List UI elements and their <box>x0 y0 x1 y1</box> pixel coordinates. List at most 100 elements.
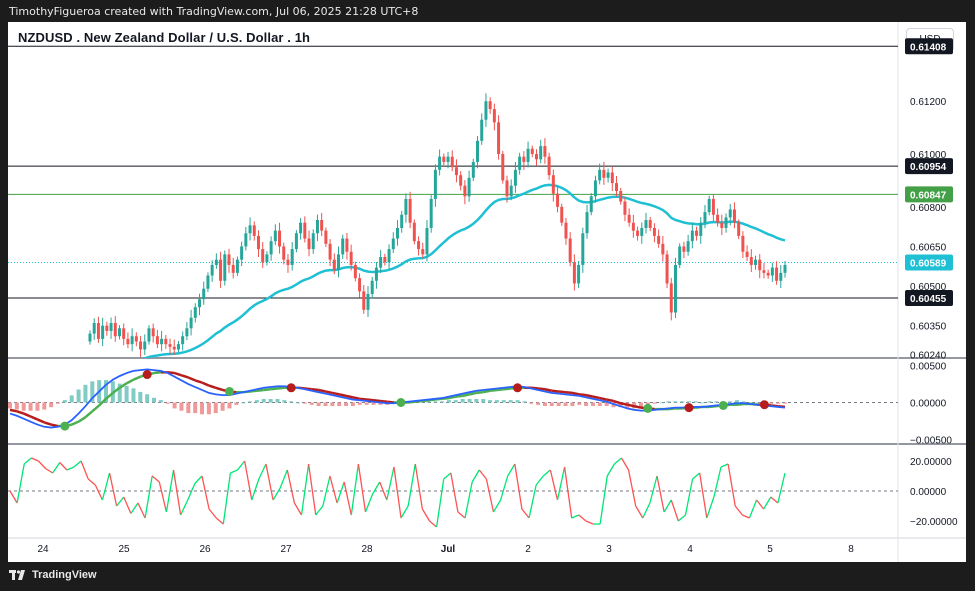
candle-body <box>454 167 458 176</box>
macd-histogram-bar <box>728 401 733 403</box>
candle-body <box>758 259 762 271</box>
macd-cross-marker <box>396 398 406 407</box>
macd-signal-segment <box>496 388 504 392</box>
macd-histogram-bar <box>522 401 527 403</box>
brand-label: TradingView <box>32 569 97 581</box>
oscillator-segment <box>73 460 82 468</box>
candle-body <box>155 336 159 345</box>
macd-histogram-bar <box>56 402 61 404</box>
macd-histogram-bar <box>673 401 678 403</box>
macd-signal-segment <box>572 391 580 396</box>
macd-histogram-bar <box>783 402 787 404</box>
candle-body <box>463 185 467 197</box>
candle-body <box>235 259 239 273</box>
oscillator-segment <box>585 520 594 525</box>
oscillator-segment <box>699 472 708 519</box>
candle-body <box>261 249 265 263</box>
candle-body <box>134 336 138 342</box>
candle-body <box>442 156 446 162</box>
macd-histogram-bar <box>179 402 184 411</box>
candle-body <box>176 344 180 350</box>
candle-body <box>539 146 543 160</box>
oscillator-segment <box>542 469 551 477</box>
candle-body <box>572 262 576 284</box>
chart-svg[interactable]: 0.612000.610000.608000.606500.605000.603… <box>0 0 975 591</box>
candle-body <box>770 267 774 276</box>
price-level-tag-label: 0.60455 <box>910 294 947 305</box>
macd-histogram-bar <box>158 400 163 403</box>
macd-histogram-bar <box>597 402 602 407</box>
macd-signal-segment <box>325 390 333 395</box>
candle-body <box>265 254 269 263</box>
oscillator-segment <box>656 475 665 513</box>
candle-body <box>556 193 560 207</box>
candle-body <box>467 177 471 197</box>
oscillator-segment <box>450 472 459 513</box>
candle-body <box>421 249 425 255</box>
oscillator-segment <box>9 490 18 504</box>
oscillator-segment <box>201 475 210 510</box>
oscillator-segment <box>315 505 324 516</box>
macd-histogram-bar <box>309 402 314 405</box>
candle-body <box>202 288 206 300</box>
time-tick-label: 4 <box>687 544 693 555</box>
macd-histogram-bar <box>200 402 205 415</box>
price-level-tag-label: 0.61408 <box>910 42 947 53</box>
macd-histogram-bar <box>508 400 513 403</box>
macd-signal-segment <box>551 389 559 393</box>
time-tick-label: Jul <box>441 544 456 555</box>
candle-body <box>775 267 779 281</box>
macd-signal-segment <box>153 371 162 375</box>
macd-signal-segment <box>91 404 100 413</box>
macd-signal-segment <box>201 381 210 387</box>
candle-body <box>749 257 753 265</box>
oscillator-segment <box>770 496 779 504</box>
oscillator-segment <box>279 469 288 489</box>
macd-signal-segment <box>256 388 264 392</box>
candle-body <box>286 259 290 265</box>
oscillator-segment <box>528 484 537 519</box>
candle-body <box>720 222 724 228</box>
footer-brand[interactable]: TradingView <box>9 569 97 581</box>
candle-body <box>395 227 399 239</box>
candle-body <box>256 235 260 250</box>
macd-histogram-bar <box>206 402 211 415</box>
oscillator-segment <box>307 463 317 516</box>
macd-histogram-bar <box>776 402 781 404</box>
chart-window: TimothyFigueroa created with TradingView… <box>0 0 975 591</box>
price-level-tag-label: 0.60954 <box>910 162 947 173</box>
oscillator-segment <box>400 505 409 519</box>
macd-histogram-bar <box>350 402 355 407</box>
oscillator-segment <box>407 463 416 507</box>
candle-body <box>358 278 362 292</box>
candle-body <box>185 328 189 337</box>
candle-body <box>387 249 391 263</box>
macd-tick-label: 0.00000 <box>910 399 947 410</box>
candle-body <box>231 264 235 273</box>
moving-average-line <box>139 183 786 358</box>
oscillator-segment <box>66 466 75 471</box>
oscillator-segment <box>670 499 679 522</box>
oscillator-segment <box>734 505 743 516</box>
oscillator-segment <box>429 520 438 528</box>
macd-histogram-bar <box>680 401 685 403</box>
candle-body <box>480 119 484 141</box>
macd-histogram-bar <box>734 400 739 403</box>
oscillator-segment <box>286 469 296 504</box>
candle-body <box>724 217 728 228</box>
oscillator-segment <box>108 472 118 507</box>
macd-histogram-bar <box>296 402 301 404</box>
macd-histogram-bar <box>542 402 547 407</box>
macd-histogram-bar <box>227 402 232 409</box>
oscillator-segment <box>635 505 644 519</box>
macd-signal-segment <box>352 396 361 401</box>
candle-body <box>459 175 463 186</box>
oscillator-segment <box>563 466 573 519</box>
macd-signal-segment <box>469 391 477 396</box>
oscillator-segment <box>386 466 395 501</box>
oscillator-segment <box>87 478 96 486</box>
time-tick-label: 2 <box>525 544 531 555</box>
oscillator-segment <box>649 475 658 504</box>
macd-signal-segment <box>558 390 566 394</box>
candle-body <box>636 230 640 236</box>
